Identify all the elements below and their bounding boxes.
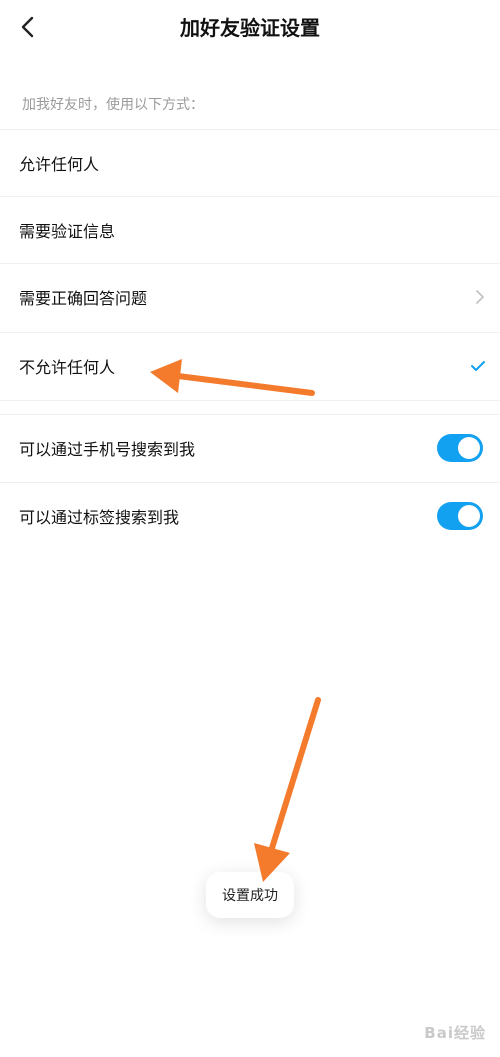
section-label: 加我好友时，使用以下方式：	[22, 97, 204, 113]
watermark: Bai经验	[424, 1024, 486, 1042]
phone-search-toggle[interactable]	[437, 434, 483, 462]
toast-message: 设置成功	[206, 872, 294, 918]
section-divider	[0, 400, 500, 414]
option-need-verification[interactable]: 需要验证信息	[0, 196, 500, 263]
header-bar: 加好友验证设置	[0, 0, 500, 54]
chevron-right-icon	[476, 290, 484, 304]
toggle-knob	[458, 505, 480, 527]
option-label: 不允许任何人	[19, 358, 116, 377]
option-label: 需要正确回答问题	[19, 289, 148, 308]
option-answer-question[interactable]: 需要正确回答问题	[0, 263, 500, 330]
arrow-to-toast-icon	[254, 697, 321, 882]
tag-search-toggle[interactable]	[437, 502, 483, 530]
page-title: 加好友验证设置	[180, 16, 320, 40]
option-disallow-anyone[interactable]: 不允许任何人	[0, 332, 500, 399]
toggle-label: 可以通过标签搜索到我	[19, 508, 180, 527]
checkmark-icon	[471, 361, 485, 371]
toggle-label: 可以通过手机号搜索到我	[19, 440, 196, 459]
toggle-row-phone-search: 可以通过手机号搜索到我	[0, 414, 500, 481]
toggle-row-tag-search: 可以通过标签搜索到我	[0, 482, 500, 549]
option-label: 允许任何人	[19, 155, 100, 174]
option-allow-anyone[interactable]: 允许任何人	[0, 129, 500, 196]
option-label: 需要验证信息	[19, 222, 116, 241]
toggle-knob	[458, 437, 480, 459]
